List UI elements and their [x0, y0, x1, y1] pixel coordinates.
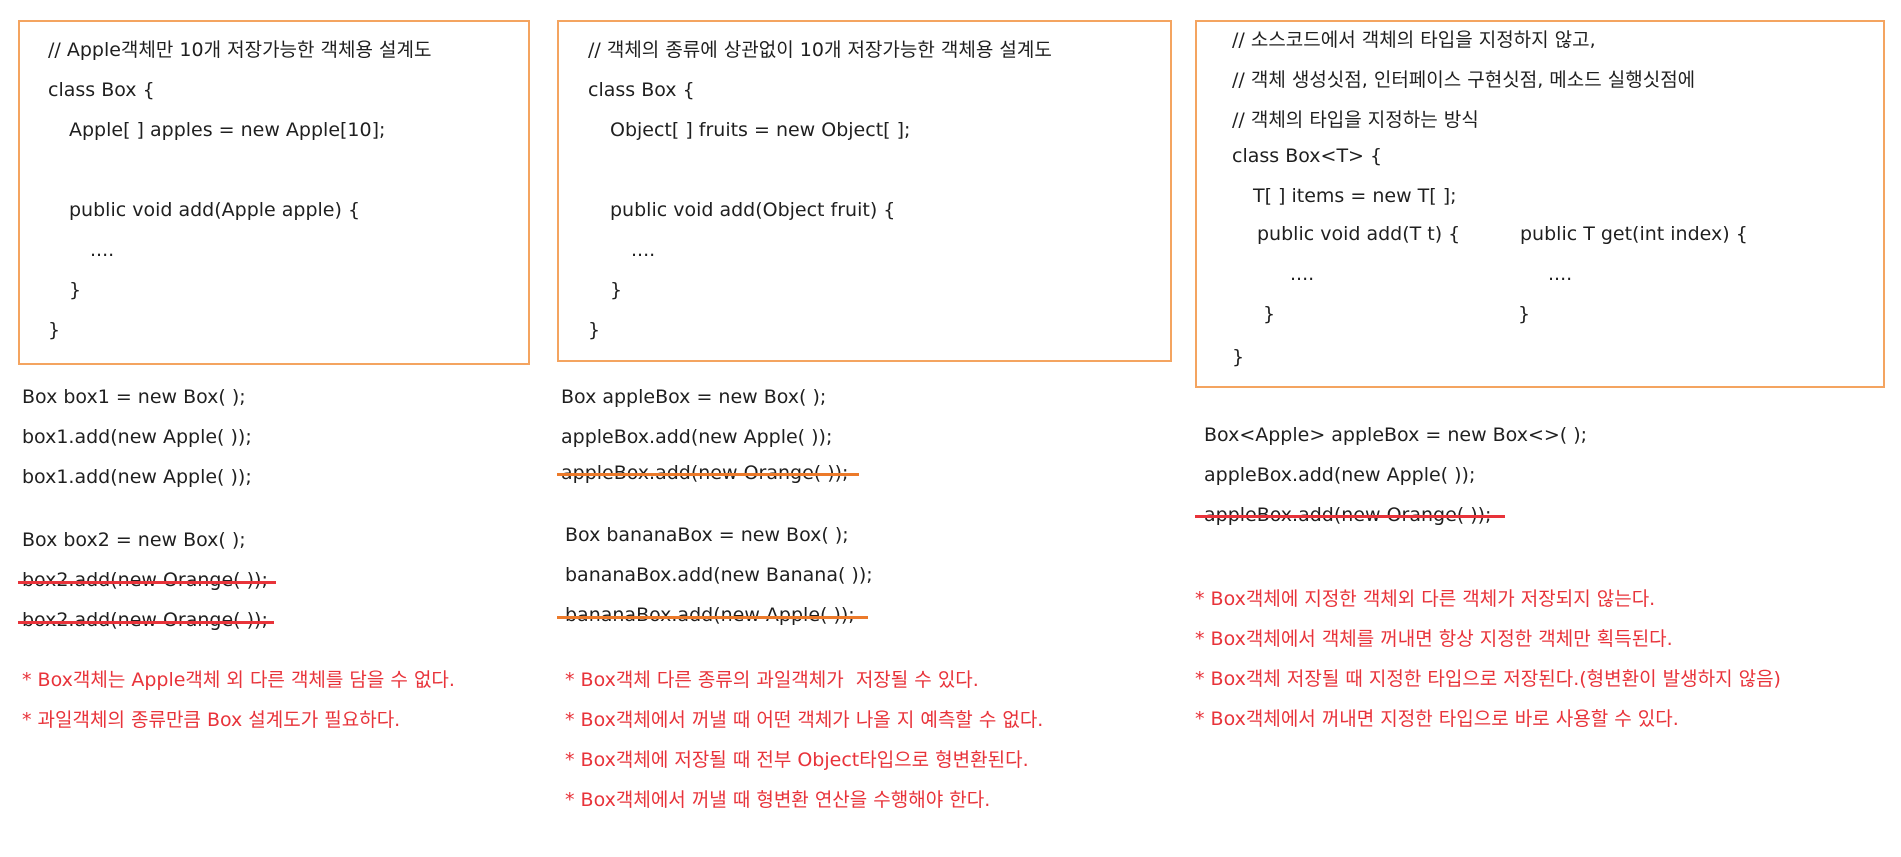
panel3-code-comment: // 객체의 타입을 지정하는 방식: [1232, 109, 1479, 131]
panel3-code-field: T[ ] items = new T[ ];: [1253, 185, 1457, 207]
panel1-note: * Box객체는 Apple객체 외 다른 객체를 담을 수 없다.: [22, 669, 455, 691]
panel1-usage-line-invalid: box2.add(new Orange( ));: [22, 569, 268, 591]
panel1-note: * 과일객체의 종류만큼 Box 설계도가 필요하다.: [22, 709, 401, 731]
panel3-code-get-body: ....: [1548, 263, 1573, 285]
panel3-note: * Box객체 저장될 때 지정한 타입으로 저장된다.(형변환이 발생하지 않…: [1195, 668, 1781, 690]
panel3-code-get-method: public T get(int index) {: [1520, 223, 1748, 245]
panel2-note: * Box객체에 저장될 때 전부 Object타입으로 형변환된다.: [565, 749, 1029, 771]
panel3-code-add-close: }: [1263, 303, 1276, 325]
panel2-code-method: public void add(Object fruit) {: [610, 199, 896, 221]
panel2-usage-line-invalid: bananaBox.add(new Apple( ));: [565, 604, 855, 626]
panel1-usage-line-invalid: box2.add(new Orange( ));: [22, 609, 268, 631]
panel3-code-comment: // 소스코드에서 객체의 타입을 지정하지 않고,: [1232, 29, 1596, 51]
panel3-code-class-close: }: [1232, 346, 1245, 368]
panel2-note: * Box객체에서 꺼낼 때 어떤 객체가 나올 지 예측할 수 없다.: [565, 709, 1044, 731]
panel2-usage-line: Box bananaBox = new Box( );: [565, 524, 849, 546]
panel2-usage-line: appleBox.add(new Apple( ));: [561, 426, 833, 448]
panel2-strikethrough: [557, 616, 868, 619]
panel2-code-method-close: }: [610, 279, 623, 301]
panel3-strikethrough: [1195, 515, 1505, 518]
panel1-code-field: Apple[ ] apples = new Apple[10];: [69, 119, 386, 141]
panel3-code-get-close: }: [1518, 303, 1531, 325]
panel1-usage-line: Box box2 = new Box( );: [22, 529, 246, 551]
panel3-usage-line: appleBox.add(new Apple( ));: [1204, 464, 1476, 486]
panel3-code-add-method: public void add(T t) {: [1257, 223, 1461, 245]
panel2-usage-line: Box appleBox = new Box( );: [561, 386, 827, 408]
panel2-code-comment: // 객체의 종류에 상관없이 10개 저장가능한 객체용 설계도: [588, 39, 1052, 61]
panel3-code-add-body: ....: [1290, 263, 1315, 285]
panel1-code-method: public void add(Apple apple) {: [69, 199, 361, 221]
panel3-code-class: class Box<T> {: [1232, 145, 1383, 167]
panel1-code-box: [18, 20, 530, 365]
panel3-note: * Box객체에서 꺼내면 지정한 타입으로 바로 사용할 수 있다.: [1195, 708, 1679, 730]
panel3-usage-line: Box<Apple> appleBox = new Box<>( );: [1204, 424, 1588, 446]
panel1-code-class-close: }: [48, 319, 61, 341]
panel2-code-box: [557, 20, 1172, 362]
panel2-note: * Box객체에서 꺼낼 때 형변환 연산을 수행해야 한다.: [565, 789, 991, 811]
panel3-note: * Box객체에 지정한 객체외 다른 객체가 저장되지 않는다.: [1195, 588, 1656, 610]
panel2-code-field: Object[ ] fruits = new Object[ ];: [610, 119, 911, 141]
panel1-code-method-close: }: [69, 279, 82, 301]
panel2-code-class-close: }: [588, 319, 601, 341]
panel1-strikethrough: [18, 581, 276, 584]
panel1-usage-line: box1.add(new Apple( ));: [22, 426, 252, 448]
panel3-note: * Box객체에서 객체를 꺼내면 항상 지정한 객체만 획득된다.: [1195, 628, 1673, 650]
panel1-code-class: class Box {: [48, 79, 155, 101]
panel1-code-body: ....: [90, 239, 115, 261]
panel2-note: * Box객체 다른 종류의 과일객체가 저장될 수 있다.: [565, 669, 979, 691]
panel1-usage-line: Box box1 = new Box( );: [22, 386, 246, 408]
panel2-code-class: class Box {: [588, 79, 695, 101]
panel1-usage-line: box1.add(new Apple( ));: [22, 466, 252, 488]
panel2-strikethrough: [557, 473, 859, 476]
panel2-usage-line: bananaBox.add(new Banana( ));: [565, 564, 873, 586]
panel3-code-comment: // 객체 생성싯점, 인터페이스 구현싯점, 메소드 실행싯점에: [1232, 69, 1696, 91]
panel1-code-comment: // Apple객체만 10개 저장가능한 객체용 설계도: [48, 39, 432, 61]
panel1-strikethrough: [18, 621, 274, 624]
panel2-code-body: ....: [631, 239, 656, 261]
